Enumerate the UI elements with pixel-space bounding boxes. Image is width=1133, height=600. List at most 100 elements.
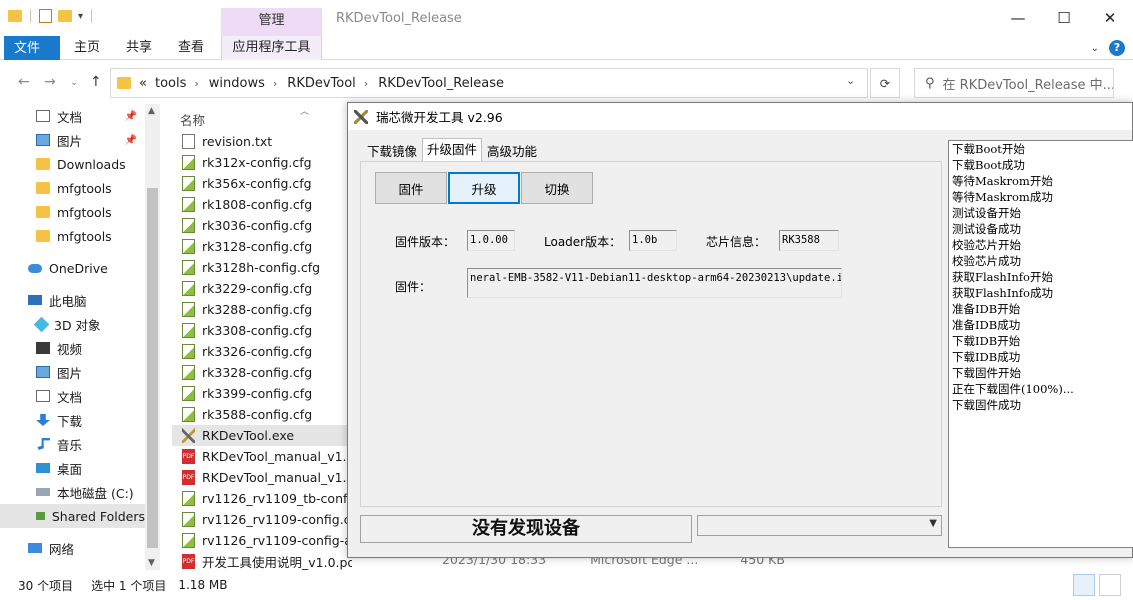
file-row[interactable]: rk3128h-config.cfg xyxy=(172,257,352,278)
file-row[interactable]: rk356x-config.cfg xyxy=(172,173,352,194)
nav-item[interactable]: 图片 xyxy=(0,360,145,384)
tab-advanced[interactable]: 高级功能 xyxy=(482,140,542,162)
nav-item[interactable]: mfgtools xyxy=(0,224,145,248)
nav-item-label: 此电脑 xyxy=(49,293,87,309)
file-row[interactable]: rk3326-config.cfg xyxy=(172,341,352,362)
desk-icon xyxy=(36,463,50,473)
forward-arrow-icon[interactable]: → xyxy=(44,74,56,90)
nav-item[interactable]: 下载 xyxy=(0,408,145,432)
pin-icon[interactable]: 📌 xyxy=(125,135,137,146)
nav-item[interactable]: Downloads xyxy=(0,152,145,176)
quick-access-toolbar: ▾ xyxy=(8,9,94,23)
file-row[interactable]: rk3328-config.cfg xyxy=(172,362,352,383)
nav-item[interactable]: 桌面 xyxy=(0,456,145,480)
refresh-button[interactable]: ⟳ xyxy=(870,68,900,98)
close-button[interactable]: ✕ xyxy=(1087,0,1133,36)
file-row[interactable]: rk1808-config.cfg xyxy=(172,194,352,215)
large-icons-view-icon[interactable] xyxy=(1099,574,1121,596)
file-row[interactable]: RKDevTool.exe xyxy=(172,425,352,446)
cfg-file-icon xyxy=(182,386,195,401)
txt-file-icon xyxy=(182,134,195,149)
minimize-button[interactable]: — xyxy=(995,0,1041,36)
customize-qat-icon[interactable]: ▾ xyxy=(78,11,83,22)
file-row[interactable]: rv1126_rv1109_tb-config. xyxy=(172,488,352,509)
address-bar[interactable]: « tools › windows › RKDevTool › RKDevToo… xyxy=(110,68,868,98)
tab-home[interactable]: 主页 xyxy=(66,36,108,60)
device-select[interactable]: ▼ xyxy=(697,515,942,536)
nav-item[interactable]: 音乐 xyxy=(0,432,145,456)
file-row[interactable]: PDF RKDevTool_manual_v1.2_ xyxy=(172,467,352,488)
file-row[interactable]: rk3308-config.cfg xyxy=(172,320,352,341)
breadcrumb-release[interactable]: RKDevTool_Release xyxy=(378,76,504,91)
file-row[interactable]: rk3288-config.cfg xyxy=(172,299,352,320)
nav-item[interactable]: mfgtools xyxy=(0,200,145,224)
chevron-down-icon[interactable]: ▼ xyxy=(929,518,937,529)
maximize-button[interactable]: ☐ xyxy=(1041,0,1087,36)
nav-item[interactable]: 视频 xyxy=(0,336,145,360)
help-icon[interactable]: ? xyxy=(1109,40,1125,56)
scroll-up-icon[interactable]: ▲ xyxy=(148,106,155,116)
scroll-down-icon[interactable]: ▼ xyxy=(148,558,155,568)
address-dropdown-icon[interactable]: ⌄ xyxy=(846,74,855,87)
details-view-icon[interactable] xyxy=(1073,574,1095,596)
nav-item[interactable]: 3D 对象 xyxy=(0,312,145,336)
breadcrumb-windows[interactable]: windows xyxy=(209,76,265,91)
pin-icon[interactable]: 📌 xyxy=(125,111,137,122)
log-line: 准备IDB开始 xyxy=(952,302,1021,316)
file-row[interactable]: rv1126_rv1109-config.cfg xyxy=(172,509,352,530)
nav-item[interactable]: Shared Folders xyxy=(0,504,145,528)
tab-download-image[interactable]: 下载镜像 xyxy=(362,140,422,162)
breadcrumb-tools[interactable]: tools xyxy=(155,76,186,91)
chevron-right-icon[interactable]: › xyxy=(364,77,368,90)
nav-item[interactable]: 图片 📌 xyxy=(0,128,145,152)
breadcrumb-rkdevtool[interactable]: RKDevTool xyxy=(287,76,356,91)
new-folder-icon[interactable] xyxy=(58,10,72,22)
file-row[interactable]: PDF 开发工具使用说明_v1.0.pdf xyxy=(172,551,352,570)
up-arrow-icon[interactable]: ↑ xyxy=(90,74,102,90)
nav-item[interactable]: OneDrive xyxy=(0,256,145,280)
exe-file-icon xyxy=(182,428,195,443)
switch-button[interactable]: 切换 xyxy=(521,172,593,204)
nav-item[interactable]: mfgtools xyxy=(0,176,145,200)
file-row[interactable]: rk3588-config.cfg xyxy=(172,404,352,425)
log-line: 获取FlashInfo成功 xyxy=(952,286,1053,300)
file-row[interactable]: PDF RKDevTool_manual_v1.2_ xyxy=(172,446,352,467)
folder-icon xyxy=(36,158,50,170)
expand-ribbon-icon[interactable]: ⌄ xyxy=(1091,43,1099,54)
tab-upgrade-firmware[interactable]: 升级固件 xyxy=(422,138,483,162)
nav-item[interactable]: 文档 📌 xyxy=(0,104,145,128)
nav-item[interactable]: 文档 xyxy=(0,384,145,408)
selected-count: 选中 1 个项目 xyxy=(91,578,167,593)
file-row[interactable]: rk3036-config.cfg xyxy=(172,215,352,236)
firmware-button[interactable]: 固件 xyxy=(375,172,447,204)
scrollbar-thumb[interactable] xyxy=(147,188,158,548)
nav-item[interactable]: 网络 xyxy=(0,536,145,560)
breadcrumb-prefix[interactable]: « xyxy=(139,76,147,91)
file-row[interactable]: rk312x-config.cfg xyxy=(172,152,352,173)
nav-item[interactable]: 此电脑 xyxy=(0,288,145,312)
file-row[interactable]: rk3128-config.cfg xyxy=(172,236,352,257)
tab-share[interactable]: 共享 xyxy=(118,36,160,60)
upgrade-button[interactable]: 升级 xyxy=(448,172,520,204)
recent-locations-icon[interactable]: ⌄ xyxy=(70,77,78,88)
log-line: 下载IDB开始 xyxy=(952,334,1021,348)
tab-file[interactable]: 文件 xyxy=(4,36,60,60)
file-name: rv1126_rv1109_tb-config. xyxy=(202,491,352,506)
nav-item[interactable]: 本地磁盘 (C:) xyxy=(0,480,145,504)
chevron-right-icon[interactable]: › xyxy=(194,77,198,90)
search-input[interactable]: ⚲ 在 RKDevTool_Release 中... xyxy=(914,68,1114,98)
loader-version-field: 1.0b xyxy=(629,230,677,251)
file-row[interactable]: rv1126_rv1109-config-ab. xyxy=(172,530,352,551)
file-row[interactable]: revision.txt xyxy=(172,131,352,152)
back-arrow-icon[interactable]: ← xyxy=(18,74,30,90)
tab-application-tools[interactable]: 应用程序工具 xyxy=(221,36,322,60)
tab-view[interactable]: 查看 xyxy=(170,36,212,60)
column-header-name[interactable]: 名称 xyxy=(180,110,205,129)
file-row[interactable]: rk3399-config.cfg xyxy=(172,383,352,404)
chevron-right-icon[interactable]: › xyxy=(273,77,277,90)
folder-icon xyxy=(36,206,50,218)
log-line: 下载IDB成功 xyxy=(952,350,1021,364)
file-row[interactable]: rk3229-config.cfg xyxy=(172,278,352,299)
properties-icon[interactable] xyxy=(39,9,52,23)
nav-scrollbar[interactable]: ▲ ▼ xyxy=(145,104,160,570)
